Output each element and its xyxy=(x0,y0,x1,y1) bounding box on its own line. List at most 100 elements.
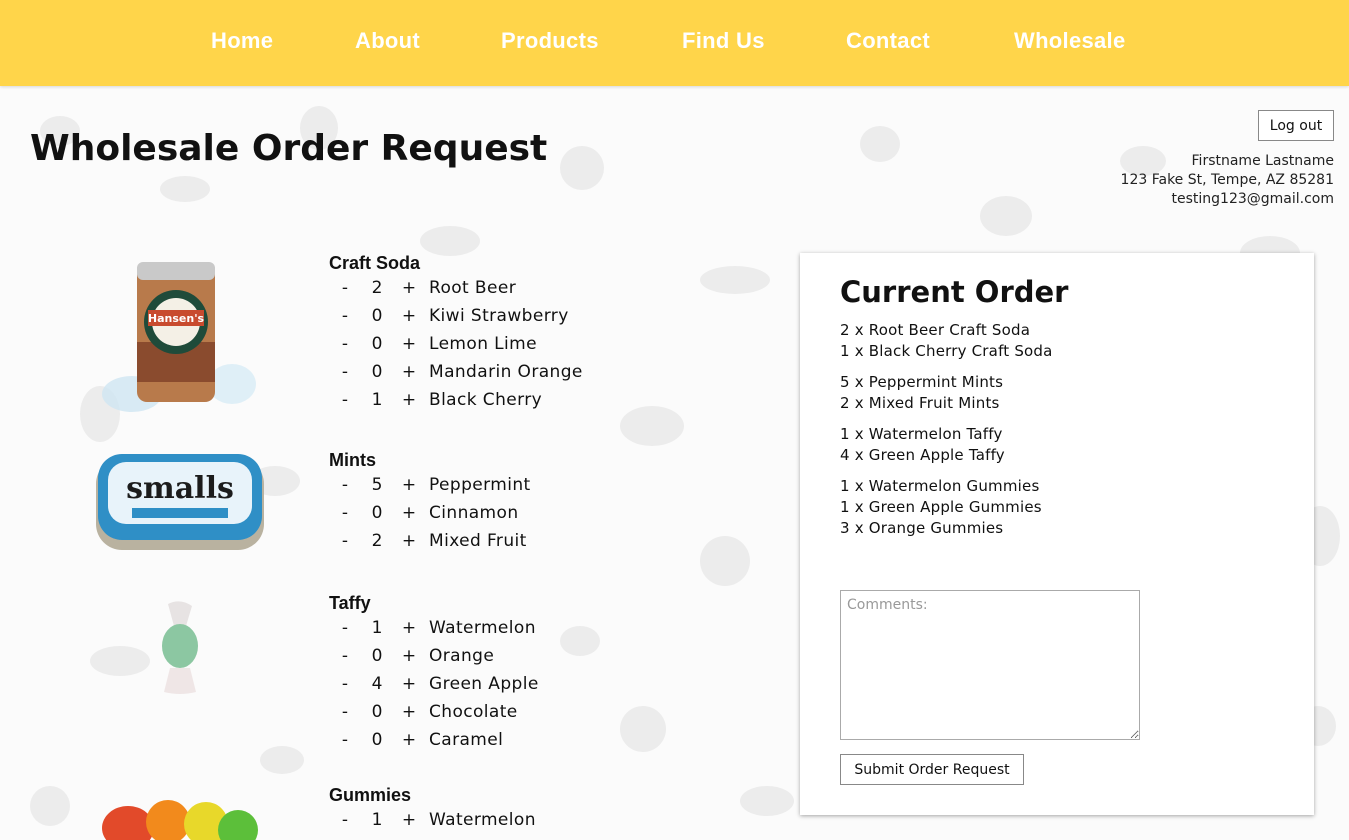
increment-button[interactable]: + xyxy=(401,503,417,523)
quantity-value: 0 xyxy=(371,503,383,523)
taffy-image xyxy=(162,601,198,694)
product-name: Watermelon xyxy=(429,618,536,638)
nav-wholesale[interactable]: Wholesale xyxy=(1014,28,1126,54)
quantity-value: 4 xyxy=(371,674,383,694)
svg-text:Hansen's: Hansen's xyxy=(148,312,205,325)
nav-contact[interactable]: Contact xyxy=(846,28,930,54)
gummies-image xyxy=(102,800,258,840)
quantity-value: 0 xyxy=(371,306,383,326)
decrement-button[interactable]: - xyxy=(337,730,353,750)
product-row: -1 + Watermelon xyxy=(337,807,536,833)
current-order-panel: Current Order 2 x Root Beer Craft Soda 1 … xyxy=(800,253,1314,815)
order-line: 4 x Green Apple Taffy xyxy=(840,446,1005,464)
quantity-value: 2 xyxy=(371,278,383,298)
increment-button[interactable]: + xyxy=(401,702,417,722)
increment-button[interactable]: + xyxy=(401,390,417,410)
quantity-value: 0 xyxy=(371,334,383,354)
main-content: Wholesale Order Request Log out Firstnam… xyxy=(0,0,1349,840)
increment-button[interactable]: + xyxy=(401,362,417,382)
product-row: -4 + Green Apple xyxy=(337,671,539,697)
product-name: Orange xyxy=(429,646,495,666)
product-row: -0 + Chocolate xyxy=(337,699,518,725)
quantity-value: 1 xyxy=(371,810,383,830)
order-line: 1 x Green Apple Gummies xyxy=(840,498,1042,516)
order-line: 5 x Peppermint Mints xyxy=(840,373,1004,391)
order-line: 1 x Watermelon Gummies xyxy=(840,477,1040,495)
product-row: -0 + Lemon Lime xyxy=(337,331,537,357)
logout-button[interactable]: Log out xyxy=(1258,110,1334,141)
quantity-value: 2 xyxy=(371,531,383,551)
user-name: Firstname Lastname xyxy=(1191,153,1334,169)
nav-home[interactable]: Home xyxy=(211,28,273,54)
user-info: Firstname Lastname 123 Fake St, Tempe, A… xyxy=(1121,152,1334,209)
increment-button[interactable]: + xyxy=(401,646,417,666)
decrement-button[interactable]: - xyxy=(337,674,353,694)
user-email: testing123@gmail.com xyxy=(1171,191,1335,207)
product-row: -0 + Kiwi Strawberry xyxy=(337,303,569,329)
increment-button[interactable]: + xyxy=(401,306,417,326)
quantity-value: 1 xyxy=(371,390,383,410)
decrement-button[interactable]: - xyxy=(337,810,353,830)
product-name: Peppermint xyxy=(429,475,531,495)
decrement-button[interactable]: - xyxy=(337,278,353,298)
nav-products[interactable]: Products xyxy=(501,28,599,54)
product-name: Root Beer xyxy=(429,278,517,298)
decrement-button[interactable]: - xyxy=(337,475,353,495)
nav-about[interactable]: About xyxy=(355,28,420,54)
decrement-button[interactable]: - xyxy=(337,390,353,410)
quantity-value: 0 xyxy=(371,730,383,750)
top-navigation: Home About Products Find Us Contact Whol… xyxy=(0,0,1349,86)
product-row: -2 + Mixed Fruit xyxy=(337,528,527,554)
quantity-value: 5 xyxy=(371,475,383,495)
increment-button[interactable]: + xyxy=(401,475,417,495)
quantity-value: 0 xyxy=(371,362,383,382)
decrement-button[interactable]: - xyxy=(337,646,353,666)
increment-button[interactable]: + xyxy=(401,730,417,750)
quantity-value: 0 xyxy=(371,646,383,666)
decrement-button[interactable]: - xyxy=(337,618,353,638)
order-group: 2 x Root Beer Craft Soda 1 x Black Cherry… xyxy=(840,320,1053,362)
order-group: 1 x Watermelon Gummies 1 x Green Apple Gu… xyxy=(840,476,1042,539)
mints-tin-image: smalls xyxy=(96,454,264,550)
product-row: -0 + Mandarin Orange xyxy=(337,359,583,385)
order-group: 5 x Peppermint Mints 2 x Mixed Fruit Mint… xyxy=(840,372,1003,414)
page-title: Wholesale Order Request xyxy=(30,128,548,169)
product-name: Lemon Lime xyxy=(429,334,537,354)
product-name: Caramel xyxy=(429,730,504,750)
order-line: 3 x Orange Gummies xyxy=(840,519,1004,537)
category-title: Taffy xyxy=(329,593,371,613)
increment-button[interactable]: + xyxy=(401,674,417,694)
order-line: 2 x Root Beer Craft Soda xyxy=(840,321,1031,339)
product-name: Mandarin Orange xyxy=(429,362,583,382)
order-line: 1 x Watermelon Taffy xyxy=(840,425,1003,443)
decrement-button[interactable]: - xyxy=(337,306,353,326)
increment-button[interactable]: + xyxy=(401,618,417,638)
product-row: -0 + Orange xyxy=(337,643,494,669)
product-row: -1 + Watermelon xyxy=(337,615,536,641)
category-title: Craft Soda xyxy=(329,253,421,273)
product-name: Kiwi Strawberry xyxy=(429,306,569,326)
submit-order-button[interactable]: Submit Order Request xyxy=(840,754,1024,785)
product-row: -5 + Peppermint xyxy=(337,472,531,498)
increment-button[interactable]: + xyxy=(401,531,417,551)
product-row: -0 + Caramel xyxy=(337,727,503,753)
quantity-value: 0 xyxy=(371,702,383,722)
decrement-button[interactable]: - xyxy=(337,702,353,722)
product-row: -2 + Root Beer xyxy=(337,275,516,301)
decrement-button[interactable]: - xyxy=(337,362,353,382)
category-title: Gummies xyxy=(329,785,412,805)
nav-find-us[interactable]: Find Us xyxy=(682,28,765,54)
decrement-button[interactable]: - xyxy=(337,503,353,523)
increment-button[interactable]: + xyxy=(401,810,417,830)
comments-field[interactable] xyxy=(840,590,1140,740)
decrement-button[interactable]: - xyxy=(337,531,353,551)
product-name: Cinnamon xyxy=(429,503,519,523)
product-name: Black Cherry xyxy=(429,390,543,410)
decrement-button[interactable]: - xyxy=(337,334,353,354)
increment-button[interactable]: + xyxy=(401,278,417,298)
order-title: Current Order xyxy=(840,275,1069,309)
increment-button[interactable]: + xyxy=(401,334,417,354)
product-name: Chocolate xyxy=(429,702,518,722)
order-group: 1 x Watermelon Taffy 4 x Green Apple Taff… xyxy=(840,424,1005,466)
product-name: Watermelon xyxy=(429,810,536,830)
